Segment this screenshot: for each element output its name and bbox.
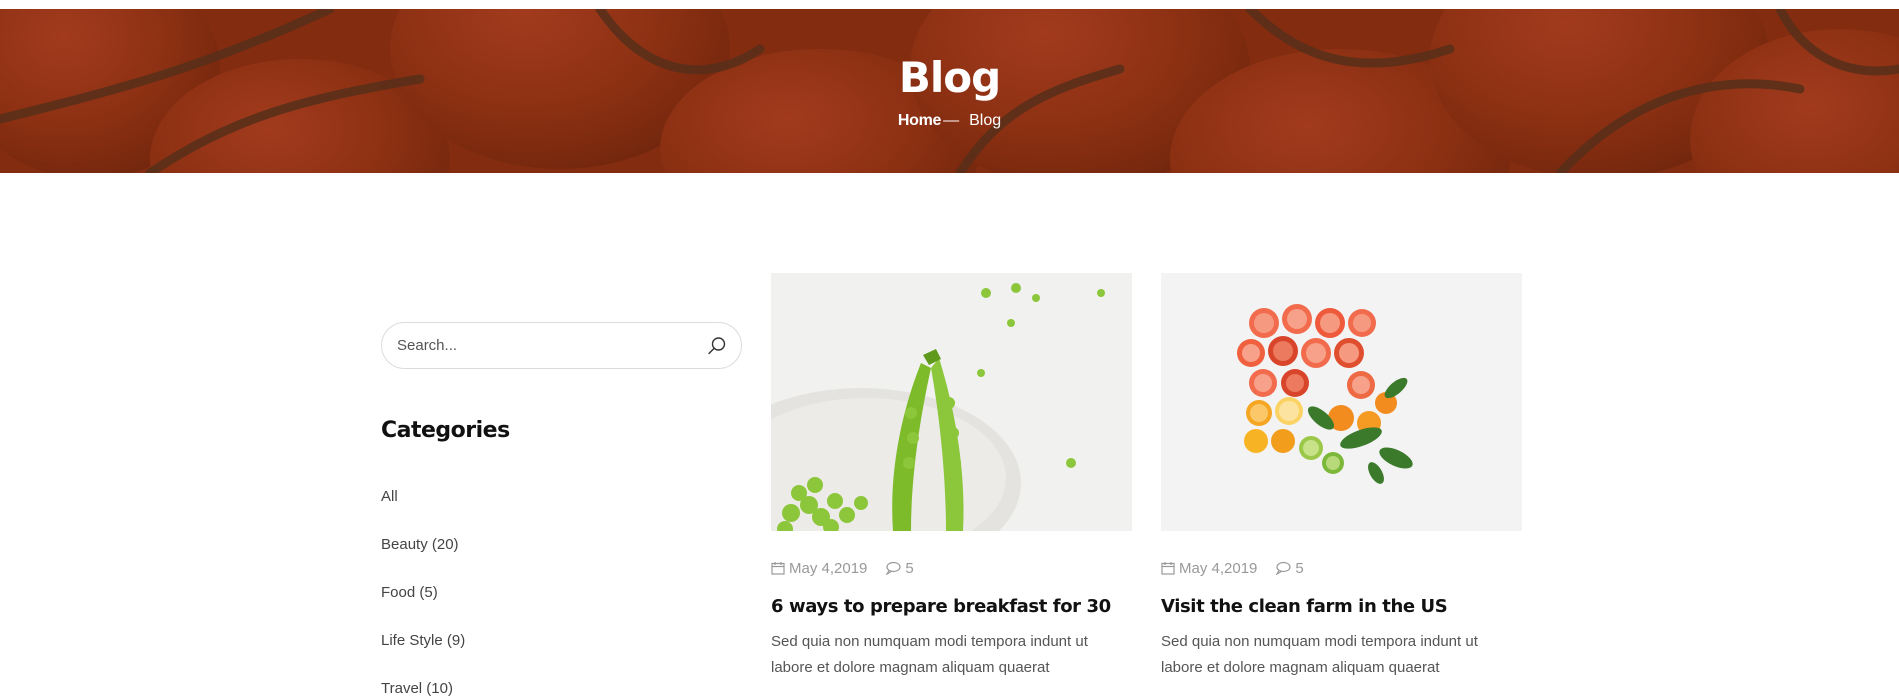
calendar-icon [771, 562, 785, 575]
comment-icon [886, 561, 901, 575]
post-thumbnail[interactable] [1161, 273, 1522, 531]
blog-post-card: May 4,2019 5 Visit the clean farm in the… [1161, 273, 1522, 681]
search-icon[interactable] [707, 336, 727, 356]
category-item-food[interactable]: Food (5) [381, 582, 465, 630]
category-item-all[interactable]: All [381, 486, 465, 534]
post-title[interactable]: 6 ways to prepare breakfast for 30 [771, 596, 1132, 617]
top-strip [0, 0, 1899, 9]
comment-count: 5 [905, 559, 914, 577]
peas-image [771, 273, 1132, 531]
breadcrumb-current: Blog [969, 112, 1002, 129]
post-title[interactable]: Visit the clean farm in the US [1161, 596, 1522, 617]
post-excerpt: Sed quia non numquam modi tempora indunt… [1161, 633, 1478, 676]
post-excerpt: Sed quia non numquam modi tempora indunt… [771, 633, 1088, 676]
blog-post-card: May 4,2019 5 6 ways to prepare breakfast… [771, 273, 1132, 681]
breadcrumb-home-link[interactable]: Home [898, 112, 942, 129]
breadcrumb-separator: — [943, 112, 960, 129]
citrus-image [1161, 273, 1522, 531]
category-item-beauty[interactable]: Beauty (20) [381, 534, 465, 582]
post-meta: May 4,2019 5 [771, 558, 1132, 578]
breadcrumb: Home — Blog [0, 112, 1899, 130]
calendar-icon [1161, 562, 1175, 575]
comment-count: 5 [1295, 559, 1304, 577]
search-input[interactable] [397, 323, 697, 368]
page-title: Blog [898, 53, 1001, 102]
post-comments[interactable]: 5 [1275, 559, 1304, 577]
categories-heading: Categories [381, 418, 510, 443]
post-date: May 4,2019 [1179, 559, 1258, 577]
post-meta: May 4,2019 5 [1161, 558, 1522, 578]
page-hero: Blog Home — Blog [0, 9, 1899, 173]
search-box [381, 322, 742, 369]
category-item-life-style[interactable]: Life Style (9) [381, 630, 465, 678]
category-item-travel[interactable]: Travel (10) [381, 678, 465, 699]
post-date: May 4,2019 [789, 559, 868, 577]
post-thumbnail[interactable] [771, 273, 1132, 531]
categories-list: All Beauty (20) Food (5) Life Style (9) … [381, 486, 465, 699]
post-comments[interactable]: 5 [885, 559, 914, 577]
comment-icon [1276, 561, 1291, 575]
